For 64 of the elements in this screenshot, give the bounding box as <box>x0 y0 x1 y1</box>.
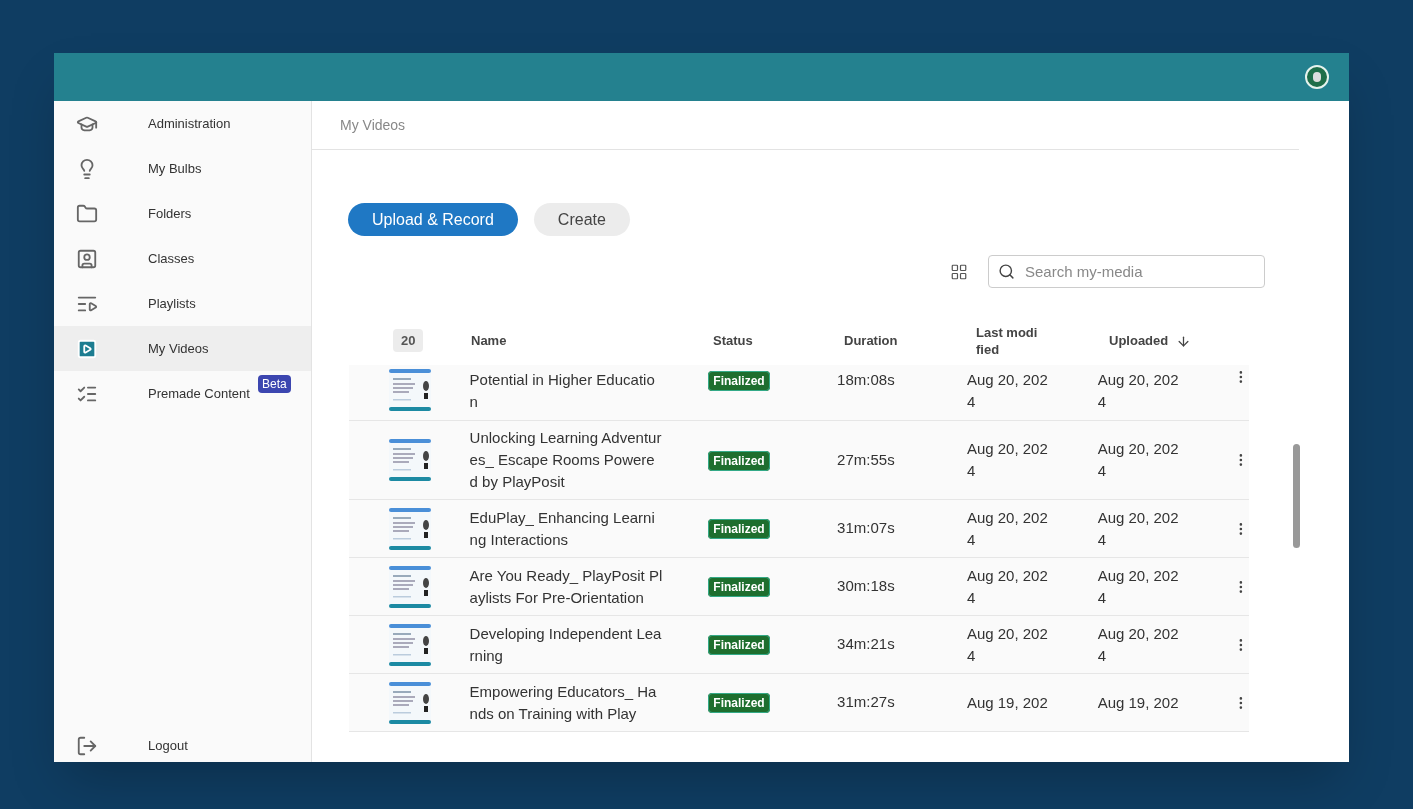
last-modified-date: Aug 20, 2024 <box>966 623 1049 666</box>
column-header[interactable]: Last modi fied <box>976 324 1046 358</box>
logout-item[interactable]: Logout <box>54 723 311 762</box>
sidebar-item[interactable]: My Videos <box>54 326 311 371</box>
video-name[interactable]: EduPlay_ Enhancing Learning Interactions <box>469 506 663 551</box>
column-header[interactable]: Status <box>713 331 753 351</box>
table-row[interactable]: EduPlay_ Enhancing Learning Interactions Finalized 31m:07s Aug 20, 2024 Aug 20, 2024 <box>349 500 1249 558</box>
table-row[interactable]: Are You Ready_ PlayPosit Playlists For Pre-Orientation Finalized 30m:18s Aug 20, 2024 Aug 20, 2024 <box>349 558 1249 616</box>
scrollbar[interactable] <box>1293 444 1300 548</box>
column-header[interactable]: Name <box>471 331 507 351</box>
play-icon <box>76 337 98 360</box>
sidebar-item[interactable]: Classes <box>54 236 311 281</box>
last-modified-date: Aug 20, 2024 <box>966 439 1049 481</box>
last-modified-date: Aug 20, 2024 <box>966 507 1049 550</box>
video-name[interactable]: Empowering Educators_ Hands on Training with Play <box>469 680 663 725</box>
contact-folder-icon <box>76 247 98 270</box>
video-name[interactable]: Potential in Higher Education <box>469 369 663 413</box>
upload-date: Aug 20, 2024 <box>1097 507 1180 550</box>
duration: 27m:55s <box>837 450 895 468</box>
table-row[interactable]: Unlocking Learning Adventures_ Escape Rooms Powered by PlayPosit Finalized 27m:55s Aug 20, 2024 Aug 20, 2024 <box>349 421 1249 500</box>
sidebar-item[interactable]: My Bulbs <box>54 146 311 191</box>
create-button[interactable]: Create <box>533 203 630 236</box>
last-modified-date: Aug 20, 2024 <box>966 565 1049 608</box>
duration: 30m:18s <box>837 577 895 595</box>
sidebar-item[interactable]: Playlists <box>54 281 311 326</box>
page-size-select[interactable]: 20 <box>393 329 424 353</box>
status-badge: Finalized <box>708 635 770 656</box>
video-name[interactable]: Developing Independent Learning <box>469 622 663 667</box>
grid-view-icon[interactable] <box>950 262 968 281</box>
breadcrumb: My Videos <box>340 115 406 135</box>
sidebar-item[interactable]: Administration <box>54 101 311 146</box>
upload-date: Aug 20, 2024 <box>1097 565 1180 608</box>
folder-icon <box>76 202 98 225</box>
table-row[interactable]: Developing Independent Learning Finalized 34m:21s Aug 20, 2024 Aug 20, 2024 <box>349 616 1249 674</box>
last-modified-date: Aug 20, 2024 <box>966 370 1049 412</box>
search-field[interactable]: Search my-media <box>988 255 1265 288</box>
video-name[interactable]: Are You Ready_ PlayPosit Playlists For Pre-Orientation <box>469 564 663 609</box>
logout-icon <box>76 734 98 757</box>
duration: 18m:08s <box>837 371 895 388</box>
column-header[interactable]: Uploaded <box>1109 331 1169 351</box>
status-badge: Finalized <box>708 693 770 714</box>
duration: 31m:27s <box>837 693 895 711</box>
beta-badge: Beta <box>258 375 291 393</box>
search-icon <box>998 263 1015 280</box>
table-row[interactable]: Potential in Higher Education Finalized 18m:08s Aug 20, 2024 Aug 20, 2024 <box>349 365 1249 421</box>
column-header[interactable]: Duration <box>844 331 898 351</box>
table-row[interactable]: Empowering Educators_ Hands on Training with Play Finalized 31m:27s Aug 19, 202 Aug 19, 202 <box>349 674 1249 732</box>
upload-date: Aug 20, 2024 <box>1097 370 1180 412</box>
sidebar-item[interactable]: Folders <box>54 191 311 236</box>
duration: 34m:21s <box>837 635 895 653</box>
duration: 31m:07s <box>837 519 895 537</box>
last-modified-date: Aug 19, 202 <box>966 692 1049 713</box>
upload-date: Aug 20, 2024 <box>1097 623 1180 666</box>
video-name[interactable]: Unlocking Learning Adventures_ Escape Rooms Powered by PlayPosit <box>469 427 663 493</box>
sidebar-item[interactable]: Premade Content Beta <box>54 371 311 416</box>
upload-date: Aug 20, 2024 <box>1097 439 1180 481</box>
status-badge: Finalized <box>708 450 770 471</box>
status-badge: Finalized <box>708 577 770 598</box>
upload-button[interactable]: Upload & Record <box>348 203 518 236</box>
status-badge: Finalized <box>708 371 770 391</box>
sort-arrow-icon[interactable] <box>1176 333 1192 349</box>
status-badge: Finalized <box>708 519 770 540</box>
upload-date: Aug 19, 202 <box>1097 692 1180 713</box>
avatar-icon[interactable] <box>1305 65 1329 89</box>
